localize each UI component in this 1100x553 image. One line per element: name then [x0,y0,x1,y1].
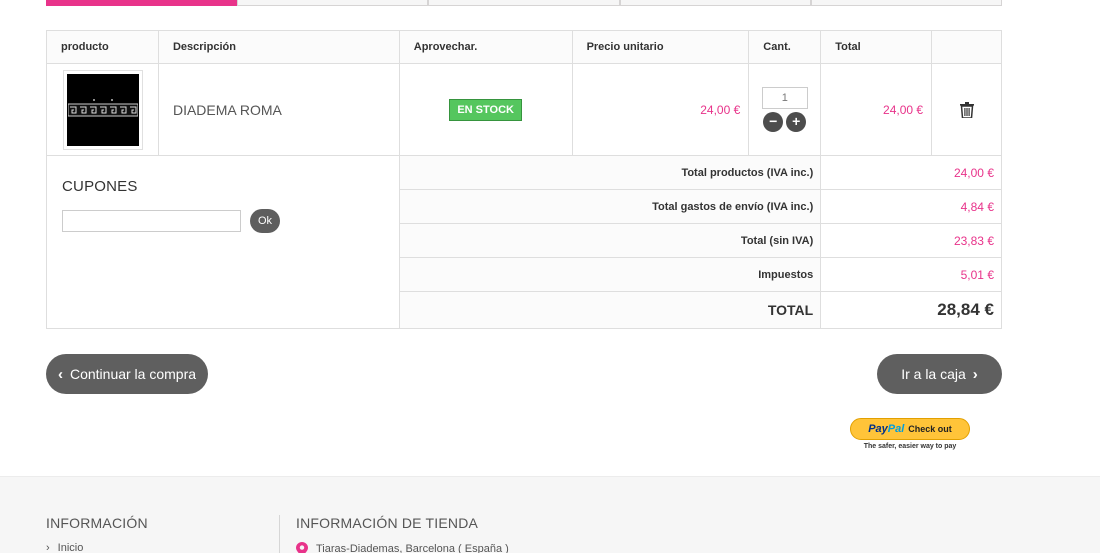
shipping-label: Total gastos de envío (IVA inc.) [398,189,822,224]
quantity-stepper: − + [749,112,820,132]
total-no-tax-value: 23,83 € [820,223,1002,258]
availability-cell: EN STOCK [398,63,573,156]
step-address [428,0,620,6]
tiara-product-image [67,73,139,146]
cart-table: producto Descripción Aprovechar. Precio … [46,30,1002,329]
footer-store-title: INFORMACIÓN DE TIENDA [296,515,479,531]
header-delete [931,30,1002,64]
item-total: 24,00 € [820,63,933,156]
checkout-label: Ir a la caja [901,366,966,382]
tax-value: 5,01 € [820,257,1002,292]
footer-link-home-label: Inicio [57,542,84,553]
header-availability: Aprovechar. [398,30,573,64]
header-unit-price: Precio unitario [571,30,750,64]
proceed-to-checkout-button[interactable]: Ir a la caja › [877,354,1002,394]
cart-item-row: DIADEMA ROMA EN STOCK 24,00 € 1 − + 24,0… [46,63,1002,156]
header-quantity: Cant. [748,30,822,64]
footer-link-home[interactable]: › Inicio [46,542,148,553]
coupon-form: Ok [62,209,384,233]
footer-divider [279,515,280,553]
map-pin-icon [296,542,308,553]
continue-shopping-label: Continuar la compra [69,366,197,382]
site-footer: INFORMACIÓN › Inicio INFORMACIÓN DE TIEN… [0,476,1100,553]
footer-info-title: INFORMACIÓN [46,515,148,531]
delete-cell [931,63,1002,156]
header-product: producto [46,30,159,64]
unit-price: 24,00 € [571,63,750,156]
store-address: Tiaras-Diademas, Barcelona ( España ) [296,542,509,553]
total-products-label: Total productos (IVA inc.) [398,155,822,190]
paypal-logo: PayPal [868,423,905,435]
footer-store-column: INFORMACIÓN DE TIENDA Tiaras-Diademas, B… [296,515,509,553]
step-payment [810,0,1003,6]
checkout-progress-bar [46,0,1003,6]
quantity-cell: 1 − + [748,63,822,156]
tiara-graphic [68,98,138,116]
tax-label: Impuestos [398,257,822,292]
cart-header-row: producto Descripción Aprovechar. Precio … [46,30,1002,64]
header-total: Total [820,30,933,64]
increase-quantity-button[interactable]: + [786,112,807,132]
step-login [237,0,429,6]
total-products-value: 24,00 € [820,155,1002,190]
delete-item-button[interactable] [932,101,1001,118]
stock-badge: EN STOCK [449,98,522,121]
shipping-value: 4,84 € [820,189,1002,224]
chevron-right-icon: › [972,365,978,383]
chevron-left-icon: ‹ [57,365,63,383]
step-summary [46,0,238,6]
product-thumbnail[interactable] [63,69,143,150]
product-description[interactable]: DIADEMA ROMA [157,63,400,156]
coupon-section: CUPONES Ok [46,155,400,329]
total-no-tax-label: Total (sin IVA) [398,223,822,258]
chevron-right-icon: › [46,542,50,553]
coupon-input[interactable] [62,210,241,232]
continue-shopping-button[interactable]: ‹ Continuar la compra [46,354,208,394]
coupon-submit-button[interactable]: Ok [250,209,280,233]
trash-icon [959,101,974,118]
step-shipping [619,0,811,6]
paypal-checkout-button[interactable]: PayPal Check out [850,418,970,440]
header-description: Descripción [157,30,400,64]
paypal-checkout: PayPal Check out The safer, easier way t… [850,418,970,450]
decrease-quantity-button[interactable]: − [763,112,784,132]
grand-total-value: 28,84 € [820,291,1002,329]
summary-row-products: CUPONES Ok Total productos (IVA inc.) 24… [46,155,1002,329]
paypal-tagline: The safer, easier way to pay [863,443,957,450]
footer-info-column: INFORMACIÓN › Inicio [46,515,148,553]
paypal-checkout-label: Check out [908,424,952,434]
cart-item-image-cell [46,63,159,156]
grand-total-label: TOTAL [398,291,822,329]
store-address-text: Tiaras-Diademas, Barcelona ( España ) [316,543,509,553]
quantity-input[interactable]: 1 [761,87,808,109]
coupon-title: CUPONES [62,178,138,195]
